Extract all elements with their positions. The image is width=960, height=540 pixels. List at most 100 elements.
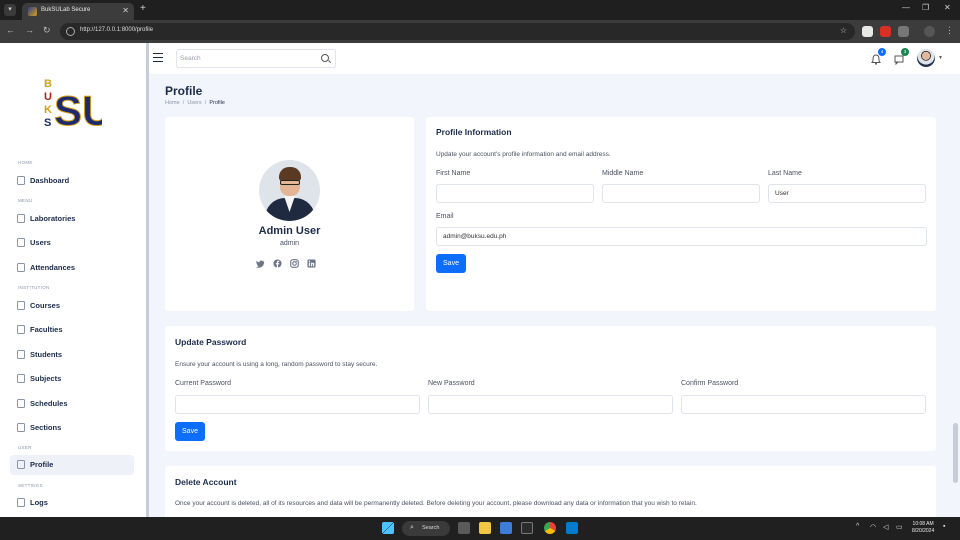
- sidebar-item-subjects[interactable]: Subjects: [10, 369, 134, 389]
- close-window-icon[interactable]: ✕: [944, 3, 951, 12]
- search-icon[interactable]: [321, 54, 329, 62]
- messages-badge: 3: [901, 48, 909, 56]
- breadcrumb-home[interactable]: Home: [165, 100, 180, 106]
- store-icon[interactable]: [500, 522, 512, 534]
- confirm-password-label: Confirm Password: [681, 380, 739, 387]
- card-description: Ensure your account is using a long, ran…: [175, 361, 378, 368]
- svg-text:S: S: [44, 117, 51, 129]
- file-explorer-icon[interactable]: [479, 522, 491, 534]
- browser-profile-icon[interactable]: [924, 26, 935, 37]
- save-profile-button[interactable]: Save: [436, 254, 466, 273]
- notification-center-icon[interactable]: ▪: [943, 523, 945, 530]
- sidebar-item-attendances[interactable]: Attendances: [10, 258, 134, 278]
- browser-menu-icon[interactable]: ⋮: [945, 25, 954, 36]
- sidebar-item-label: Faculties: [30, 325, 63, 334]
- linkedin-icon[interactable]: [307, 259, 316, 268]
- extension-red-icon[interactable]: [880, 26, 891, 37]
- sidebar-item-dashboard[interactable]: Dashboard: [10, 171, 134, 191]
- sidebar-item-sections[interactable]: Sections: [10, 418, 134, 438]
- task-view-icon[interactable]: [458, 522, 470, 534]
- clock-date: 8/20/2024: [912, 528, 935, 534]
- confirm-password-field[interactable]: [681, 395, 926, 414]
- lab-icon: [17, 214, 25, 223]
- taskbar-search[interactable]: ⌕ Search: [402, 521, 450, 536]
- students-icon: [17, 350, 25, 359]
- tab-menu-icon[interactable]: ▾: [4, 4, 16, 16]
- tab-close-icon[interactable]: ✕: [122, 6, 129, 15]
- search-icon: ⌕: [410, 524, 414, 531]
- new-tab-icon[interactable]: +: [140, 3, 146, 14]
- section-label-user: USER: [18, 445, 32, 450]
- user-avatar[interactable]: [917, 49, 935, 67]
- url-text[interactable]: http://127.0.0.1:8000/profile: [80, 27, 153, 33]
- address-bar[interactable]: http://127.0.0.1:8000/profile ☆: [60, 23, 855, 40]
- taskbar-clock[interactable]: 10:08 AM 8/20/2024: [912, 521, 934, 535]
- page-scrollbar[interactable]: [953, 423, 958, 483]
- svg-text:K: K: [44, 104, 52, 116]
- menu-toggle-icon[interactable]: [153, 53, 163, 62]
- sidebar-item-students[interactable]: Students: [10, 345, 134, 365]
- chevron-down-icon[interactable]: ▼: [938, 55, 943, 61]
- sidebar-item-label: Dashboard: [30, 176, 70, 185]
- card-title: Delete Account: [175, 477, 237, 487]
- search-input[interactable]: [180, 52, 315, 65]
- extension-icon[interactable]: [862, 26, 873, 37]
- wifi-icon[interactable]: ◠: [870, 523, 876, 531]
- card-description: Update your account's profile informatio…: [436, 151, 611, 158]
- breadcrumb: Home / Users / Profile: [165, 100, 225, 106]
- messages-icon[interactable]: 3: [894, 48, 909, 66]
- sidebar-item-label: Students: [30, 350, 63, 359]
- page: B U K S SU HOME Dashboard MENU Laborator…: [0, 43, 960, 517]
- bookmark-star-icon[interactable]: ☆: [840, 26, 847, 35]
- volume-icon[interactable]: ◁: [883, 523, 888, 531]
- instagram-icon[interactable]: [290, 259, 299, 268]
- forward-icon[interactable]: →: [25, 25, 34, 35]
- browser-tabbar: ▾ BukSULab Secure ✕ + — ❐ ✕: [0, 0, 960, 20]
- browser-tab[interactable]: BukSULab Secure ✕: [22, 3, 134, 20]
- sidebar-item-laboratories[interactable]: Laboratories: [10, 209, 134, 229]
- middle-name-field[interactable]: [602, 184, 760, 203]
- taskbar-search-label: Search: [422, 525, 440, 531]
- sidebar-item-profile[interactable]: Profile: [10, 455, 134, 475]
- profile-card: Admin User admin: [165, 117, 414, 311]
- terminal-icon[interactable]: [521, 522, 533, 534]
- site-info-icon[interactable]: [66, 27, 75, 36]
- topbar: 4 3 ▼: [149, 43, 960, 74]
- sidebar-item-courses[interactable]: Courses: [10, 296, 134, 316]
- update-password-card: Update Password Ensure your account is u…: [165, 326, 936, 451]
- breadcrumb-users[interactable]: Users: [187, 100, 201, 106]
- sidebar-item-label: Schedules: [30, 399, 68, 408]
- new-password-label: New Password: [428, 380, 475, 387]
- notification-bell-icon[interactable]: 4: [871, 48, 886, 65]
- new-password-field[interactable]: [428, 395, 673, 414]
- maximize-icon[interactable]: ❐: [922, 3, 929, 12]
- reload-icon[interactable]: ↻: [43, 25, 51, 36]
- back-icon[interactable]: ←: [6, 25, 15, 35]
- extensions-puzzle-icon[interactable]: [898, 26, 909, 37]
- windows-start-icon[interactable]: [382, 522, 394, 534]
- sidebar-item-users[interactable]: Users: [10, 233, 134, 253]
- vscode-icon[interactable]: [566, 522, 578, 534]
- tray-chevron-icon[interactable]: ^: [856, 523, 859, 530]
- email-field[interactable]: [436, 227, 927, 246]
- card-title: Update Password: [175, 337, 247, 347]
- minimize-icon[interactable]: —: [902, 3, 910, 12]
- save-password-button[interactable]: Save: [175, 422, 205, 441]
- sidebar-item-label: Subjects: [30, 374, 62, 383]
- tab-title: BukSULab Secure: [41, 7, 91, 13]
- sidebar-item-logs[interactable]: Logs: [10, 493, 134, 513]
- profile-role: admin: [279, 240, 300, 247]
- current-password-field[interactable]: [175, 395, 420, 414]
- last-name-field[interactable]: [768, 184, 926, 203]
- sidebar-item-faculties[interactable]: Faculties: [10, 320, 134, 340]
- sidebar-item-schedules[interactable]: Schedules: [10, 394, 134, 414]
- current-password-label: Current Password: [175, 380, 232, 387]
- chrome-icon[interactable]: [544, 522, 556, 534]
- courses-icon: [17, 301, 25, 310]
- battery-icon[interactable]: ▭: [896, 523, 903, 531]
- first-name-field[interactable]: [436, 184, 594, 203]
- sidebar-item-label: Profile: [30, 460, 54, 469]
- page-title: Profile: [165, 84, 203, 98]
- twitter-icon[interactable]: [256, 259, 265, 268]
- facebook-icon[interactable]: [273, 259, 282, 268]
